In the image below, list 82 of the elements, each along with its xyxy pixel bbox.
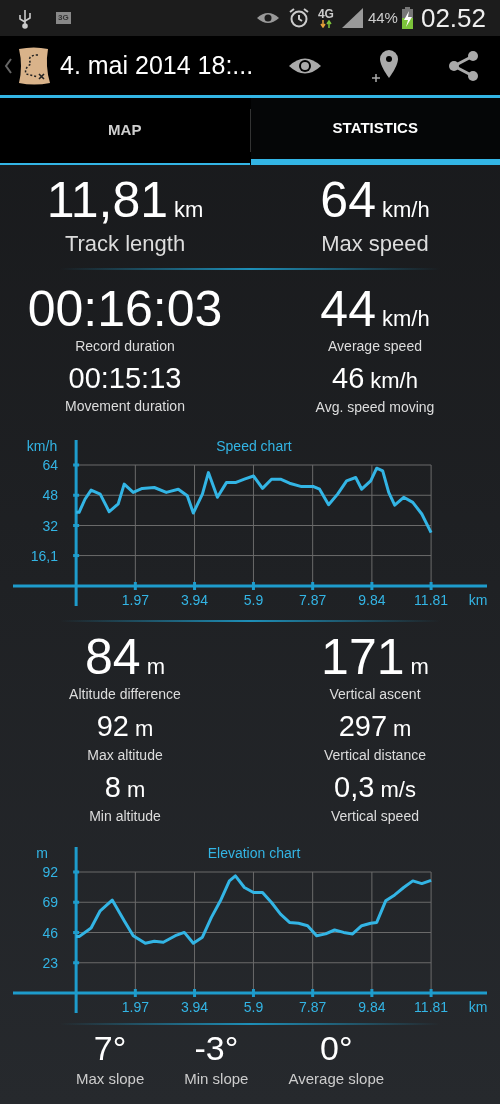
battery-percent: 44%	[367, 7, 398, 28]
slope-label: Average slope	[288, 1069, 385, 1090]
stat-label: Movement duration	[64, 396, 186, 416]
slope-value: 7°	[92, 1029, 128, 1069]
stat-label: Vertical speed	[330, 807, 420, 826]
app-title: 4. mai 2014 18:...	[60, 49, 254, 81]
stat-value: 0,3	[334, 771, 375, 803]
stat-label: Average speed	[327, 337, 423, 356]
stat-label: Vertical distance	[323, 746, 427, 765]
stat-value: 46	[332, 362, 365, 394]
tick-label: 46	[42, 924, 58, 941]
tick-label: 92	[42, 864, 58, 880]
data-arrows-icon	[319, 20, 332, 28]
tick-label: 5.9	[243, 999, 264, 1015]
chevron-icon[interactable]	[4, 57, 12, 74]
slope-value: -3°	[193, 1029, 240, 1069]
stat-label: Max speed	[320, 230, 430, 258]
chart-title: Speed chart	[216, 438, 292, 454]
tick-label: 23	[42, 954, 58, 971]
stat-unit: km	[174, 197, 204, 222]
stat-label: Min altitude	[88, 807, 162, 826]
network-badge: 3G	[56, 12, 71, 24]
axis-label: km	[468, 592, 488, 608]
slope-label: Min slope	[184, 1069, 249, 1090]
stat-label: Avg. speed moving	[314, 398, 436, 417]
tab[interactable]: STATISTICS	[250, 98, 500, 165]
tick-label: 5.9	[243, 592, 264, 608]
stat-value: 00:16:03	[27, 281, 223, 337]
stat-label: Altitude difference	[68, 685, 182, 704]
tick-label: 3.94	[180, 592, 209, 608]
stat-value: 44	[320, 281, 376, 337]
clock: 02.52	[420, 1, 486, 35]
axis-label: km	[468, 999, 488, 1015]
chart-title: Elevation chart	[207, 845, 301, 861]
stat-value: 297	[338, 710, 388, 742]
tick-label: 32	[42, 517, 58, 534]
eye-icon	[255, 10, 280, 26]
tick-label: 9.84	[358, 999, 386, 1015]
tick-label: 3.94	[180, 999, 209, 1015]
stat-value: 00:15:13	[68, 362, 182, 394]
stat-label: Max altitude	[86, 746, 164, 765]
stat-value: 84	[85, 629, 141, 685]
slope-value: 0°	[319, 1029, 354, 1069]
stat-unit: m	[134, 716, 154, 741]
add-location-icon[interactable]	[370, 47, 400, 84]
stat-unit: m/s	[380, 777, 416, 802]
axis-label: km/h	[26, 438, 58, 454]
stat-unit: m	[146, 654, 165, 679]
tick-label: 11.81	[414, 999, 449, 1015]
stat-unit: km/h	[370, 368, 418, 393]
stat-label: Track length	[63, 230, 187, 258]
map-icon[interactable]	[16, 45, 52, 86]
battery-icon	[401, 7, 413, 29]
share-icon[interactable]	[448, 49, 480, 82]
tick-label: 1.97	[121, 999, 149, 1015]
stat-value: 64	[320, 172, 376, 228]
alarm-clock-icon	[287, 7, 310, 29]
tick-label: 16,1	[30, 547, 58, 564]
tick-label: 7.87	[299, 592, 327, 608]
stat-unit: km/h	[381, 306, 430, 331]
stat-value: 171	[321, 629, 405, 685]
tick-label: 69	[42, 894, 58, 911]
stat-label: Vertical ascent	[328, 685, 422, 704]
tick-label: 9.84	[358, 592, 386, 608]
stat-value: 8	[104, 771, 121, 803]
stat-label: Record duration	[74, 337, 176, 356]
stat-unit: m	[126, 777, 146, 802]
tick-label: 64	[42, 457, 58, 473]
stat-value: 92	[96, 710, 129, 742]
network-type: 4G	[317, 8, 334, 20]
stat-unit: m	[410, 654, 429, 679]
axis-label: m	[36, 845, 48, 861]
tick-label: 1.97	[121, 592, 149, 608]
usb-icon	[18, 7, 32, 29]
signal-icon	[341, 7, 364, 29]
stat-unit: km/h	[381, 197, 430, 222]
tick-label: 7.87	[299, 999, 327, 1015]
stat-unit: m	[393, 716, 412, 741]
tick-label: 11.81	[414, 592, 449, 608]
tick-label: 48	[42, 487, 58, 504]
slope-label: Max slope	[75, 1069, 145, 1090]
stat-value: 11,81	[46, 172, 169, 228]
